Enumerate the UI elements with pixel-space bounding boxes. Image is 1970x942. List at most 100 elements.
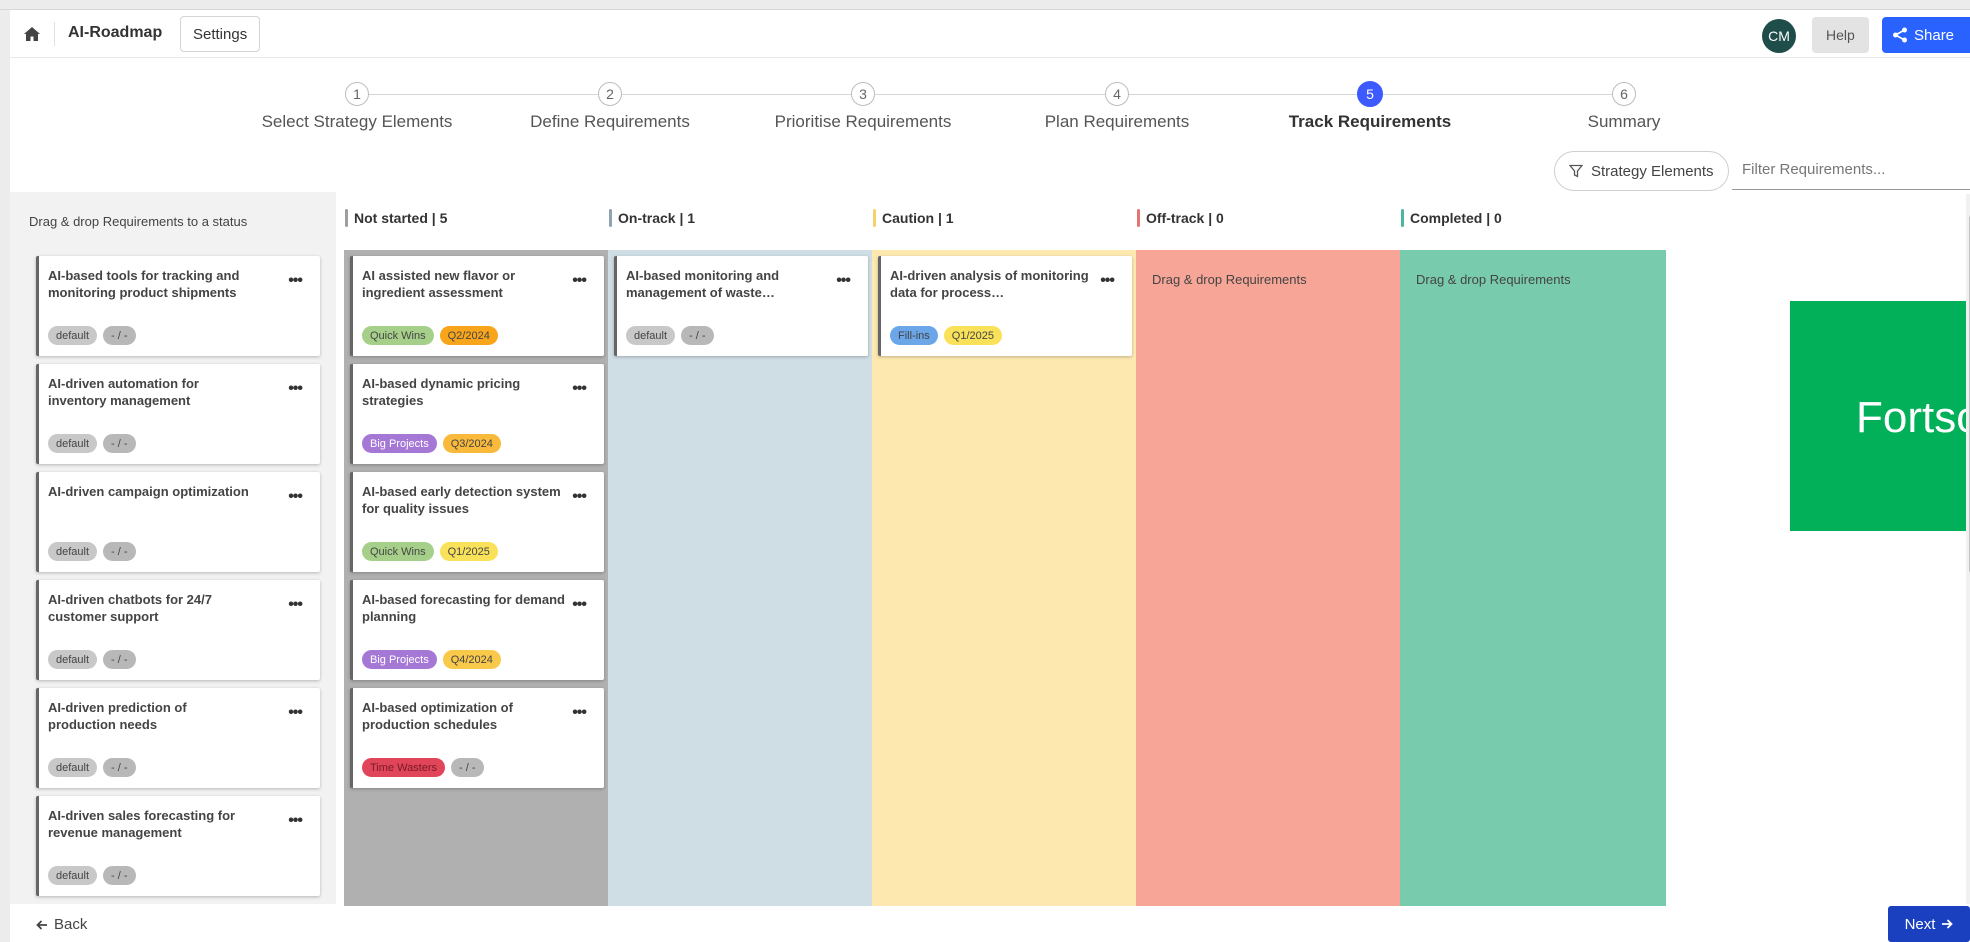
more-options-icon[interactable]: ••• [288,380,303,398]
requirement-card[interactable]: AI-based forecasting for demand planning… [350,580,604,680]
filter-requirements-input[interactable] [1732,150,1970,190]
board-scrollbar[interactable]: ▲ ▼ [1966,194,1970,904]
back-label: Back [54,916,88,933]
promo-text: Fortsch [1856,393,1970,442]
step-5[interactable]: 5 Track Requirements [1250,81,1490,132]
backlog-list: AI-based tools for tracking and monitori… [36,256,320,904]
date-tag: - / - [451,758,484,777]
requirement-card[interactable]: AI-based optimization of production sche… [350,688,604,788]
next-button[interactable]: Next [1888,906,1970,942]
card-title: AI-based forecasting for demand planning [362,592,565,624]
card-tags: default - / - [48,866,136,885]
status-column[interactable]: Drag & drop Requirements [1400,250,1666,906]
requirement-card[interactable]: AI-driven chatbots for 24/7 customer sup… [36,580,320,680]
status-column[interactable]: AI-based monitoring and management of wa… [608,250,874,906]
category-tag: default [48,326,98,345]
date-tag: Q4/2024 [442,650,501,669]
share-icon [1893,27,1907,43]
category-tag: Quick Wins [362,326,434,345]
category-tag: Time Wasters [362,758,446,777]
step-6-label: Summary [1587,112,1661,131]
card-tags: Fill-ins Q1/2025 [890,326,1002,345]
card-tags: Big Projects Q3/2024 [362,434,501,453]
backlog-panel: Drag & drop Requirements to a status AI-… [10,192,336,904]
column-header: Off-track | 0 [1137,209,1224,227]
status-column[interactable]: Drag & drop Requirements [1136,250,1402,906]
drop-zone-hint: Drag & drop Requirements [1152,272,1307,287]
step-3-label: Prioritise Requirements [774,112,952,131]
card-title: AI-based dynamic pricing strategies [362,376,521,408]
more-options-icon[interactable]: ••• [572,704,587,722]
step-2[interactable]: 2 Define Requirements [490,82,730,132]
browser-top-strip [0,0,1970,10]
date-tag: - / - [681,326,714,345]
step-6[interactable]: 6 Summary [1504,82,1744,132]
card-tags: Time Wasters - / - [362,758,484,777]
home-button[interactable] [20,22,44,46]
app-title: AI-Roadmap [68,24,163,41]
category-tag: Fill-ins [890,326,938,345]
category-tag: Quick Wins [362,542,434,561]
step-3-number: 3 [851,82,875,106]
top-header: AI-Roadmap Settings CM Help Share [10,10,1970,58]
column-header: Caution | 1 [873,209,954,227]
category-tag: default [626,326,676,345]
more-options-icon[interactable]: ••• [1100,272,1115,290]
help-button[interactable]: Help [1812,17,1869,53]
step-4-number: 4 [1105,82,1129,106]
promo-banner[interactable]: Fortsch [1790,301,1970,531]
strategy-elements-filter-button[interactable]: Strategy Elements [1554,151,1729,191]
category-tag: Big Projects [362,434,437,453]
date-tag: - / - [103,758,136,777]
more-options-icon[interactable]: ••• [572,380,587,398]
date-tag: Q2/2024 [439,326,498,345]
more-options-icon[interactable]: ••• [836,272,851,290]
requirement-card[interactable]: AI-based tools for tracking and monitori… [36,256,320,356]
step-5-label: Track Requirements [1288,112,1452,131]
status-column[interactable]: AI-driven analysis of monitoring data fo… [872,250,1138,906]
card-tags: default - / - [48,758,136,777]
step-1-label: Select Strategy Elements [261,112,453,131]
card-tags: Big Projects Q4/2024 [362,650,501,669]
requirement-card[interactable]: AI-driven automation for inventory manag… [36,364,320,464]
category-tag: default [48,866,98,885]
date-tag: Q1/2025 [439,542,498,561]
more-options-icon[interactable]: ••• [288,596,303,614]
status-column[interactable]: AI assisted new flavor or ingredient ass… [344,250,610,906]
date-tag: Q3/2024 [442,434,501,453]
back-button[interactable]: Back [36,916,87,933]
card-tags: default - / - [626,326,714,345]
more-options-icon[interactable]: ••• [572,488,587,506]
drop-zone-hint: Drag & drop Requirements [1416,272,1571,287]
requirement-card[interactable]: AI-driven campaign optimization ••• defaul… [36,472,320,572]
settings-button[interactable]: Settings [180,16,261,52]
more-options-icon[interactable]: ••• [288,488,303,506]
arrow-right-icon [1942,919,1954,929]
step-4[interactable]: 4 Plan Requirements [997,82,1237,132]
more-options-icon[interactable]: ••• [572,272,587,290]
more-options-icon[interactable]: ••• [572,596,587,614]
more-options-icon[interactable]: ••• [288,812,303,830]
user-avatar[interactable]: CM [1762,19,1796,53]
card-title: AI-driven chatbots for 24/7 customer sup… [48,592,212,624]
requirement-card[interactable]: AI-driven analysis of monitoring data fo… [878,256,1132,356]
requirement-card[interactable]: AI-driven prediction of production needs… [36,688,320,788]
card-title: AI-based tools for tracking and monitori… [48,268,240,300]
step-6-number: 6 [1612,82,1636,106]
requirement-card[interactable]: AI-based monitoring and management of wa… [614,256,868,356]
date-tag: - / - [103,434,136,453]
more-options-icon[interactable]: ••• [288,704,303,722]
share-button[interactable]: Share [1882,17,1970,53]
strategy-elements-label: Strategy Elements [1591,162,1714,180]
card-title: AI-driven analysis of monitoring data fo… [890,268,1089,300]
header-divider [54,22,55,46]
step-1[interactable]: 1 Select Strategy Elements [237,82,477,132]
arrow-left-icon [36,919,47,930]
date-tag: - / - [103,866,136,885]
more-options-icon[interactable]: ••• [288,272,303,290]
step-3[interactable]: 3 Prioritise Requirements [743,82,983,132]
requirement-card[interactable]: AI-based early detection system for qual… [350,472,604,572]
requirement-card[interactable]: AI-driven sales forecasting for revenue … [36,796,320,896]
requirement-card[interactable]: AI-based dynamic pricing strategies ••• Bi… [350,364,604,464]
requirement-card[interactable]: AI assisted new flavor or ingredient ass… [350,256,604,356]
